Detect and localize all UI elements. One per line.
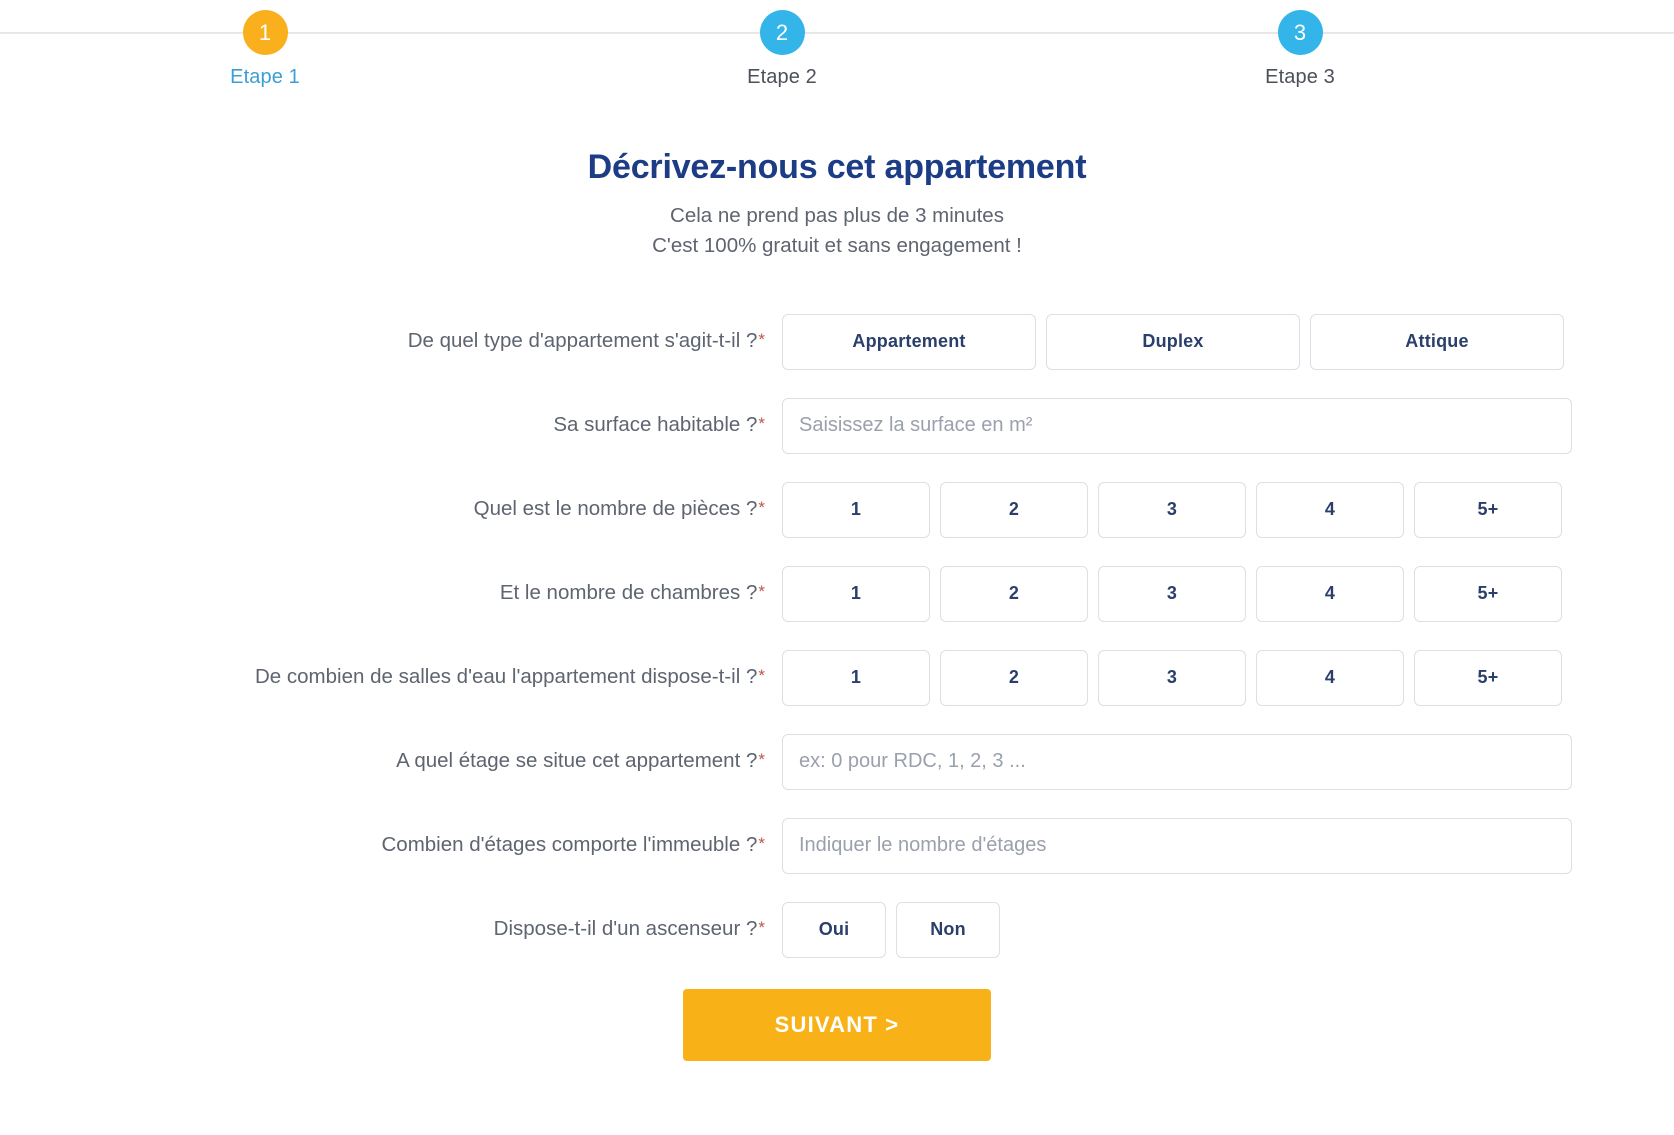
required-asterisk: * — [758, 414, 765, 434]
stepper-step-2[interactable]: 2 Etape 2 — [682, 0, 882, 89]
form-row-salles-eau: De combien de salles d'eau l'appartement… — [0, 645, 1674, 711]
control-type: Appartement Duplex Attique — [782, 313, 1674, 370]
label-ascenseur-text: Dispose-t-il d'un ascenseur ? — [493, 917, 758, 941]
form-row-ascenseur: Dispose-t-il d'un ascenseur ?* Oui Non — [0, 897, 1674, 963]
page-heading: Décrivez-nous cet appartement Cela ne pr… — [0, 148, 1674, 262]
chambres-option-3[interactable]: 3 — [1098, 565, 1246, 622]
label-chambres-text: Et le nombre de chambres ? — [499, 581, 758, 605]
form-row-chambres: Et le nombre de chambres ?* 1 2 3 4 5+ — [0, 561, 1674, 627]
ascenseur-option-oui[interactable]: Oui — [782, 901, 886, 958]
control-surface — [782, 397, 1674, 454]
salles-eau-option-1[interactable]: 1 — [782, 649, 930, 706]
required-asterisk: * — [758, 918, 765, 938]
etage-input[interactable] — [782, 733, 1572, 790]
step-1-label: Etape 1 — [230, 66, 300, 88]
property-description-form: De quel type d'appartement s'agit-t-il ?… — [0, 309, 1674, 1061]
required-asterisk: * — [758, 834, 765, 854]
chambres-option-4[interactable]: 4 — [1256, 565, 1404, 622]
type-option-attique[interactable]: Attique — [1310, 313, 1564, 370]
stepper-step-3[interactable]: 3 Etape 3 — [1200, 0, 1400, 89]
required-asterisk: * — [758, 750, 765, 770]
chambres-option-5plus[interactable]: 5+ — [1414, 565, 1562, 622]
chambres-option-1[interactable]: 1 — [782, 565, 930, 622]
pieces-option-4[interactable]: 4 — [1256, 481, 1404, 538]
label-surface: Sa surface habitable ?* — [0, 413, 782, 438]
control-etages-immeuble — [782, 817, 1674, 874]
pieces-option-3[interactable]: 3 — [1098, 481, 1246, 538]
page-subtitle-line-2: C'est 100% gratuit et sans engagement ! — [652, 234, 1022, 258]
type-option-duplex[interactable]: Duplex — [1046, 313, 1300, 370]
type-option-appartement[interactable]: Appartement — [782, 313, 1036, 370]
step-3-number: 3 — [1293, 19, 1307, 45]
form-row-pieces: Quel est le nombre de pièces ?* 1 2 3 4 … — [0, 477, 1674, 543]
surface-input[interactable] — [782, 397, 1572, 454]
form-row-type: De quel type d'appartement s'agit-t-il ?… — [0, 309, 1674, 375]
progress-stepper: 1 Etape 1 2 Etape 2 3 Etape 3 — [0, 0, 1674, 100]
label-surface-text: Sa surface habitable ? — [553, 413, 758, 437]
control-pieces: 1 2 3 4 5+ — [782, 481, 1674, 538]
step-2-bullet[interactable]: 2 — [759, 10, 805, 55]
step-2-label: Etape 2 — [747, 66, 817, 88]
control-chambres: 1 2 3 4 5+ — [782, 565, 1674, 622]
label-ascenseur: Dispose-t-il d'un ascenseur ?* — [0, 917, 782, 942]
label-pieces: Quel est le nombre de pièces ?* — [0, 497, 782, 522]
salles-eau-option-4[interactable]: 4 — [1256, 649, 1404, 706]
form-row-surface: Sa surface habitable ?* — [0, 393, 1674, 459]
page-title: Décrivez-nous cet appartement — [587, 148, 1087, 186]
pieces-option-1[interactable]: 1 — [782, 481, 930, 538]
label-etages-immeuble-text: Combien d'étages comporte l'immeuble ? — [381, 833, 758, 857]
page-subtitle-line-1: Cela ne prend pas plus de 3 minutes — [670, 204, 1004, 227]
control-etage — [782, 733, 1674, 790]
pieces-option-5plus[interactable]: 5+ — [1414, 481, 1562, 538]
label-salles-eau-text: De combien de salles d'eau l'appartement… — [254, 665, 758, 689]
label-type-text: De quel type d'appartement s'agit-t-il ? — [407, 329, 758, 353]
submit-row: SUIVANT > — [0, 988, 1674, 1061]
chambres-option-2[interactable]: 2 — [940, 565, 1088, 622]
step-3-bullet[interactable]: 3 — [1277, 10, 1323, 55]
label-etage-text: A quel étage se situe cet appartement ? — [396, 749, 758, 773]
required-asterisk: * — [758, 582, 765, 602]
etages-immeuble-input[interactable] — [782, 817, 1572, 874]
ascenseur-option-non[interactable]: Non — [896, 901, 1000, 958]
label-etages-immeuble: Combien d'étages comporte l'immeuble ?* — [0, 833, 782, 858]
form-row-etage: A quel étage se situe cet appartement ?* — [0, 729, 1674, 795]
required-asterisk: * — [758, 666, 765, 686]
control-ascenseur: Oui Non — [782, 901, 1674, 958]
required-asterisk: * — [758, 330, 765, 350]
required-asterisk: * — [758, 498, 765, 518]
step-1-bullet[interactable]: 1 — [242, 10, 288, 55]
pieces-option-2[interactable]: 2 — [940, 481, 1088, 538]
salles-eau-option-2[interactable]: 2 — [940, 649, 1088, 706]
step-3-label: Etape 3 — [1265, 66, 1335, 88]
control-salles-eau: 1 2 3 4 5+ — [782, 649, 1674, 706]
label-type: De quel type d'appartement s'agit-t-il ?… — [0, 329, 782, 354]
label-chambres: Et le nombre de chambres ?* — [0, 581, 782, 606]
salles-eau-option-3[interactable]: 3 — [1098, 649, 1246, 706]
label-pieces-text: Quel est le nombre de pièces ? — [473, 497, 758, 521]
salles-eau-option-5plus[interactable]: 5+ — [1414, 649, 1562, 706]
label-salles-eau: De combien de salles d'eau l'appartement… — [0, 665, 782, 690]
step-2-number: 2 — [775, 19, 789, 45]
step-1-number: 1 — [258, 19, 272, 45]
form-row-etages-immeuble: Combien d'étages comporte l'immeuble ?* — [0, 813, 1674, 879]
next-step-button[interactable]: SUIVANT > — [683, 988, 991, 1061]
label-etage: A quel étage se situe cet appartement ?* — [0, 749, 782, 774]
stepper-step-1[interactable]: 1 Etape 1 — [165, 0, 365, 89]
